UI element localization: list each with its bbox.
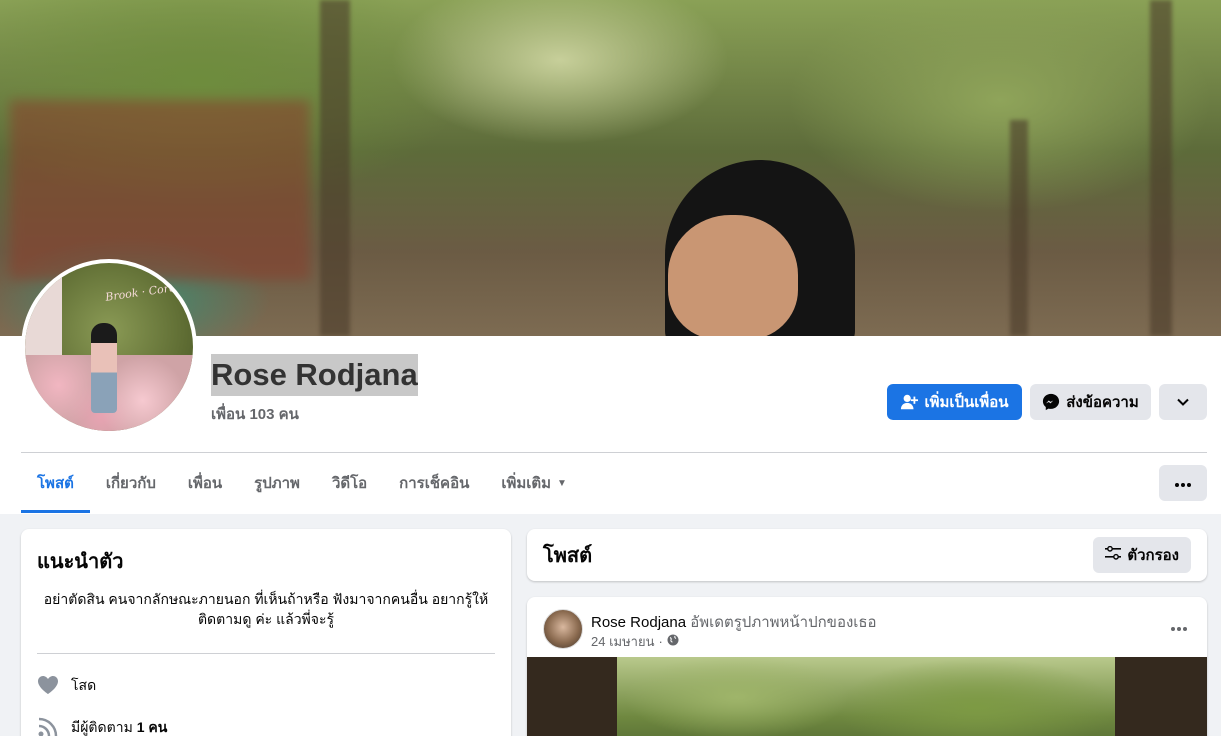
tab-posts-label: โพสต์	[37, 475, 74, 492]
tab-friends-label: เพื่อน	[187, 475, 223, 492]
cover-tree-trunk	[1010, 120, 1028, 336]
followers-count-link[interactable]: 1 คน	[137, 719, 168, 735]
relationship-status: โสด	[71, 677, 97, 693]
profile-picture: Brook · Corolla	[25, 263, 193, 431]
posts-title: โพสต์	[543, 545, 593, 567]
ellipsis-icon	[1171, 618, 1187, 636]
tab-more-label: เพิ่มเติม	[501, 475, 552, 492]
followers-text: มีผู้ติดตาม 1 คน	[71, 717, 167, 736]
filter-sliders-icon	[1105, 545, 1122, 564]
relationship-status-row: โสด	[37, 674, 495, 698]
add-friend-button[interactable]: เพิ่มเป็นเพื่อน	[887, 384, 1022, 420]
caret-down-icon: ▼	[557, 477, 567, 489]
post-image[interactable]	[527, 657, 1207, 736]
post-meta: 24 เมษายน ·	[591, 631, 679, 652]
post-action-text: อัพเดตรูปภาพหน้าปกของเธอ	[690, 614, 877, 631]
globe-icon	[667, 634, 679, 649]
intro-divider	[37, 653, 495, 654]
tab-check-ins[interactable]: การเช็คอิน	[383, 453, 485, 513]
friends-count-link[interactable]: เพื่อน 103 คน	[211, 402, 299, 426]
post-card: Rose Rodjana อัพเดตรูปภาพหน้าปกของเธอ 24…	[527, 597, 1207, 736]
tab-about-label: เกี่ยวกับ	[105, 475, 156, 492]
intro-bio: อย่าตัดสิน คนจากลักษณะภายนอก ที่เห็นถ้าห…	[43, 591, 489, 627]
message-label: ส่งข้อความ	[1066, 394, 1139, 411]
followers-row: มีผู้ติดตาม 1 คน	[37, 716, 495, 736]
tab-about[interactable]: เกี่ยวกับ	[90, 453, 172, 513]
filter-button[interactable]: ตัวกรอง	[1093, 537, 1191, 573]
intro-card: แนะนำตัว อย่าตัดสิน คนจากลักษณะภายนอก ที…	[21, 529, 511, 736]
add-friend-label: เพิ่มเป็นเพื่อน	[924, 394, 1009, 411]
profile-avatar[interactable]: Brook · Corolla	[21, 259, 197, 435]
tab-photos[interactable]: รูปภาพ	[238, 453, 316, 513]
tab-videos[interactable]: วิดีโอ	[316, 453, 383, 513]
avatar-backdrop-script: Brook · Corolla	[104, 279, 190, 304]
tab-photos-label: รูปภาพ	[254, 475, 300, 492]
cover-tree-trunk	[1150, 0, 1172, 336]
message-button[interactable]: ส่งข้อความ	[1030, 384, 1151, 420]
cover-background-building	[10, 100, 310, 280]
post-author-avatar[interactable]	[543, 609, 583, 649]
cover-tree-trunk	[320, 0, 350, 336]
post-options-button[interactable]	[1163, 615, 1195, 639]
tab-posts[interactable]: โพสต์	[21, 453, 90, 513]
add-friend-icon	[900, 393, 919, 411]
heart-icon	[37, 675, 59, 698]
ellipsis-icon	[1175, 474, 1191, 492]
intro-title: แนะนำตัว	[37, 551, 124, 573]
rss-icon	[37, 716, 59, 736]
chevron-down-icon	[1176, 395, 1190, 409]
tabs-more-options-button[interactable]	[1159, 465, 1207, 501]
post-photo	[617, 657, 1115, 736]
post-date[interactable]: 24 เมษายน	[591, 631, 654, 652]
filter-label: ตัวกรอง	[1127, 547, 1179, 564]
followers-prefix: มีผู้ติดตาม	[71, 719, 133, 735]
posts-header-card: โพสต์ ตัวกรอง	[527, 529, 1207, 581]
post-author-name[interactable]: Rose Rodjana	[591, 614, 686, 631]
profile-more-dropdown-button[interactable]	[1159, 384, 1207, 420]
tab-friends[interactable]: เพื่อน	[172, 453, 238, 513]
cover-person-face	[668, 215, 798, 336]
post-meta-separator: ·	[658, 634, 663, 649]
tab-more[interactable]: เพิ่มเติม ▼	[485, 453, 583, 513]
tab-videos-label: วิดีโอ	[331, 475, 368, 492]
tab-check-ins-label: การเช็คอิน	[399, 475, 470, 492]
avatar-person	[91, 323, 117, 413]
messenger-icon	[1042, 393, 1060, 411]
profile-name: Rose Rodjana	[211, 354, 418, 396]
profile-tabs: โพสต์ เกี่ยวกับ เพื่อน รูปภาพ วิดีโอ การ…	[21, 453, 583, 513]
